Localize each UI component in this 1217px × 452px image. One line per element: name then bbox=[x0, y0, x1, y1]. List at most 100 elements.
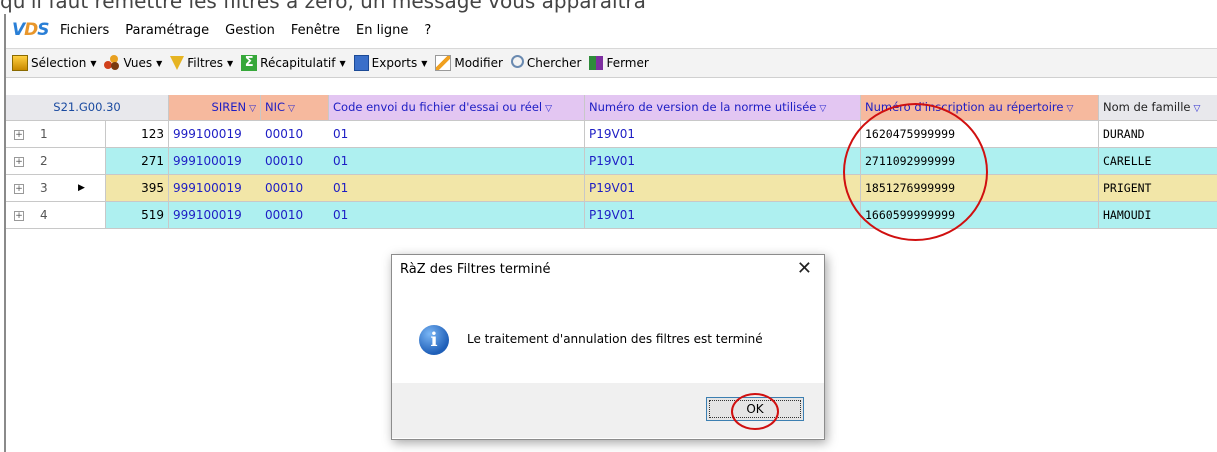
table-row[interactable]: +1 123 999100019 00010 01 P19V01 1620475… bbox=[6, 121, 1217, 148]
menu-bar: VDS Fichiers Paramétrage Gestion Fenêtre… bbox=[6, 14, 1217, 46]
filter-icon[interactable]: ▽ bbox=[1066, 104, 1073, 114]
chercher-button[interactable]: Chercher bbox=[510, 55, 582, 70]
chevron-down-icon: ▼ bbox=[339, 58, 346, 68]
cell-nom[interactable]: PRIGENT bbox=[1099, 175, 1217, 202]
recapitulatif-label: Récapitulatif bbox=[260, 56, 336, 70]
filter-icon[interactable]: ▽ bbox=[819, 104, 826, 114]
table-row[interactable]: +2 271 999100019 00010 01 P19V01 2711092… bbox=[6, 148, 1217, 175]
menu-en-ligne[interactable]: En ligne bbox=[356, 23, 408, 38]
toolbar: Sélection ▼ Vues ▼ Filtres ▼ Σ Récapitul… bbox=[6, 48, 1217, 78]
row-indicator[interactable]: +3 ▶ bbox=[6, 175, 106, 202]
cell-nic[interactable]: 00010 bbox=[261, 202, 329, 229]
cell-nom[interactable]: DURAND bbox=[1099, 121, 1217, 148]
column-header-numero[interactable]: Numéro de version de la norme utilisée ▽ bbox=[585, 95, 861, 121]
modifier-button[interactable]: Modifier bbox=[435, 55, 503, 71]
row-indicator[interactable]: +1 bbox=[6, 121, 106, 148]
data-grid: S21.G00.30 SIREN ▽ NIC ▽ Code envoi du fic… bbox=[6, 95, 1217, 229]
fermer-label: Fermer bbox=[606, 56, 649, 70]
code-header-label: Code envoi du fichier d'essai ou réel bbox=[333, 100, 543, 114]
menu-gestion[interactable]: Gestion bbox=[225, 23, 275, 38]
chercher-label: Chercher bbox=[526, 56, 582, 70]
menu-help[interactable]: ? bbox=[424, 23, 431, 38]
search-icon bbox=[510, 55, 524, 68]
cell-nom[interactable]: CARELLE bbox=[1099, 148, 1217, 175]
cell-siren[interactable]: 999100019 bbox=[169, 148, 261, 175]
chevron-down-icon: ▼ bbox=[421, 58, 428, 68]
highlight-circle-ok bbox=[731, 393, 779, 430]
column-header-nom[interactable]: Nom de famille ▽ bbox=[1099, 95, 1217, 121]
cell-code[interactable]: 01 bbox=[329, 148, 585, 175]
cell-siren[interactable]: 999100019 bbox=[169, 121, 261, 148]
cell-value[interactable]: 519 bbox=[106, 202, 169, 229]
siren-header-label: SIREN bbox=[211, 100, 247, 114]
row-index: 3 bbox=[40, 181, 48, 195]
vues-button[interactable]: Vues ▼ bbox=[104, 55, 162, 71]
chevron-down-icon: ▼ bbox=[90, 58, 97, 68]
highlight-circle-inscription bbox=[843, 103, 988, 241]
cell-value[interactable]: 123 bbox=[106, 121, 169, 148]
chevron-down-icon: ▼ bbox=[156, 58, 163, 68]
cell-nom[interactable]: HAMOUDI bbox=[1099, 202, 1217, 229]
menu-fichiers[interactable]: Fichiers bbox=[60, 23, 109, 38]
cell-numero[interactable]: P19V01 bbox=[585, 148, 861, 175]
cell-code[interactable]: 01 bbox=[329, 175, 585, 202]
cell-nic[interactable]: 00010 bbox=[261, 121, 329, 148]
filtres-label: Filtres bbox=[187, 56, 223, 70]
expand-icon[interactable]: + bbox=[14, 183, 24, 194]
filter-icon[interactable]: ▽ bbox=[1194, 104, 1201, 114]
selection-button[interactable]: Sélection ▼ bbox=[12, 55, 96, 71]
column-header-s21[interactable]: S21.G00.30 bbox=[6, 95, 169, 121]
fermer-button[interactable]: Fermer bbox=[589, 56, 649, 70]
filter-icon[interactable]: ▽ bbox=[545, 104, 552, 114]
row-index: 4 bbox=[40, 208, 48, 222]
info-icon: i bbox=[419, 325, 449, 355]
vues-icon bbox=[104, 55, 120, 71]
cell-numero[interactable]: P19V01 bbox=[585, 202, 861, 229]
cell-value[interactable]: 271 bbox=[106, 148, 169, 175]
table-row[interactable]: +3 ▶ 395 999100019 00010 01 P19V01 185127… bbox=[6, 175, 1217, 202]
cell-numero[interactable]: P19V01 bbox=[585, 175, 861, 202]
row-indicator[interactable]: +4 bbox=[6, 202, 106, 229]
cell-nic[interactable]: 00010 bbox=[261, 175, 329, 202]
cell-value[interactable]: 395 bbox=[106, 175, 169, 202]
expand-icon[interactable]: + bbox=[14, 156, 24, 167]
grid-header: S21.G00.30 SIREN ▽ NIC ▽ Code envoi du fic… bbox=[6, 95, 1217, 121]
export-icon bbox=[353, 55, 369, 71]
recapitulatif-button[interactable]: Σ Récapitulatif ▼ bbox=[241, 55, 346, 71]
exports-label: Exports bbox=[371, 56, 418, 70]
expand-icon[interactable]: + bbox=[14, 210, 24, 221]
filter-icon[interactable]: ▽ bbox=[288, 104, 295, 114]
cropped-caption-text: qu'il faut remettre les filtres à zero, … bbox=[0, 0, 646, 13]
column-header-siren[interactable]: SIREN ▽ bbox=[169, 95, 261, 121]
cell-siren[interactable]: 999100019 bbox=[169, 202, 261, 229]
expand-icon[interactable]: + bbox=[14, 129, 24, 140]
close-icon[interactable]: ✕ bbox=[797, 258, 812, 279]
filtres-button[interactable]: Filtres ▼ bbox=[170, 56, 233, 70]
cell-siren[interactable]: 999100019 bbox=[169, 175, 261, 202]
cell-nic[interactable]: 00010 bbox=[261, 148, 329, 175]
sum-icon: Σ bbox=[241, 55, 258, 71]
app-logo: VDS bbox=[12, 20, 50, 40]
cropped-caption: qu'il faut remettre les filtres à zero, … bbox=[0, 0, 1217, 14]
column-header-nic[interactable]: NIC ▽ bbox=[261, 95, 329, 121]
table-row[interactable]: +4 519 999100019 00010 01 P19V01 1660599… bbox=[6, 202, 1217, 229]
modifier-label: Modifier bbox=[454, 56, 503, 70]
menu-parametrage[interactable]: Paramétrage bbox=[125, 23, 209, 38]
filter-icon bbox=[170, 56, 185, 70]
row-indicator[interactable]: +2 bbox=[6, 148, 106, 175]
chevron-down-icon: ▼ bbox=[226, 58, 234, 68]
filter-icon[interactable]: ▽ bbox=[249, 104, 256, 114]
cell-code[interactable]: 01 bbox=[329, 121, 585, 148]
cell-numero[interactable]: P19V01 bbox=[585, 121, 861, 148]
cell-code[interactable]: 01 bbox=[329, 202, 585, 229]
column-header-code[interactable]: Code envoi du fichier d'essai ou réel ▽ bbox=[329, 95, 585, 121]
row-index: 2 bbox=[40, 154, 48, 168]
vues-label: Vues bbox=[123, 56, 153, 70]
exports-button[interactable]: Exports ▼ bbox=[353, 55, 428, 71]
current-row-arrow-icon: ▶ bbox=[78, 183, 85, 193]
nic-header-label: NIC bbox=[265, 100, 286, 114]
menu-fenetre[interactable]: Fenêtre bbox=[291, 23, 340, 38]
close-window-icon bbox=[589, 56, 604, 70]
dialog-message: Le traitement d'annulation des filtres e… bbox=[467, 332, 763, 346]
edit-icon bbox=[435, 55, 452, 71]
